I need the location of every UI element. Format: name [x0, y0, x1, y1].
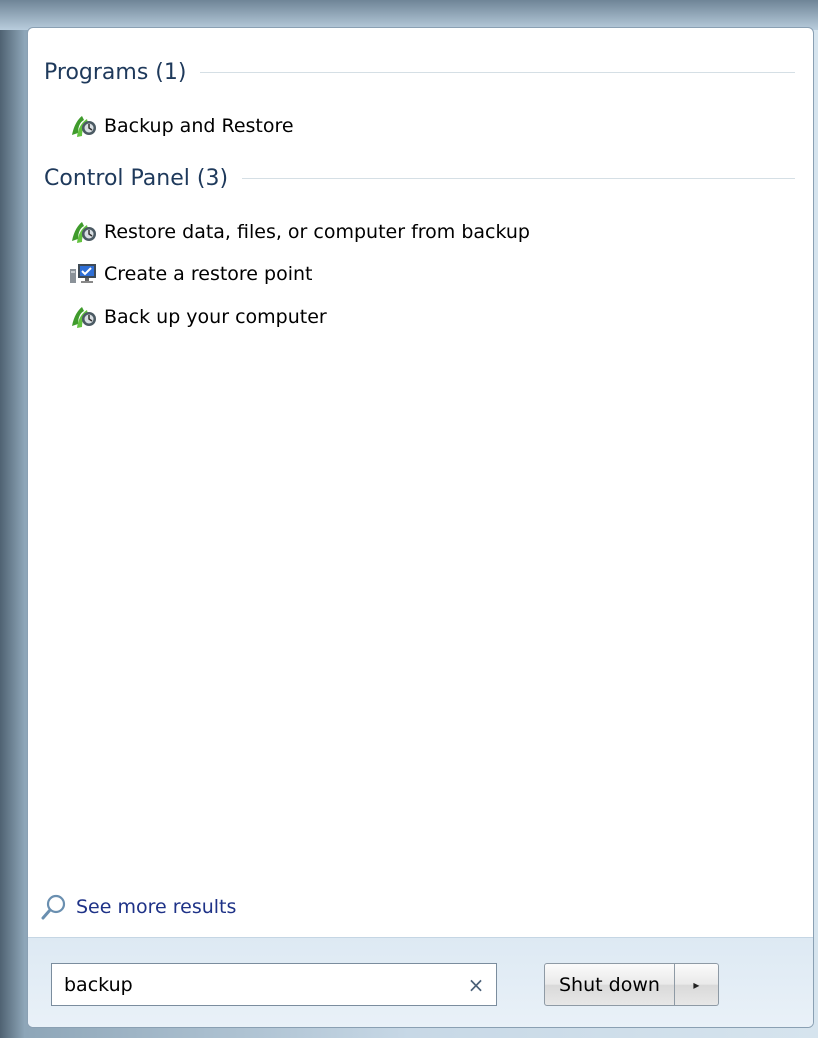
control-panel-group-header: Control Panel (3): [44, 166, 795, 191]
programs-group-header: Programs (1): [44, 60, 795, 85]
result-label: Backup and Restore: [104, 115, 294, 137]
search-results: Programs (1) Backup and Restore Control …: [28, 28, 813, 938]
result-back-up-computer[interactable]: Back up your computer: [68, 300, 327, 334]
power-options-button[interactable]: ▸: [674, 963, 719, 1006]
result-restore-data[interactable]: Restore data, files, or computer from ba…: [68, 215, 530, 249]
programs-group-title: Programs (1): [44, 60, 187, 85]
group-divider: [242, 178, 795, 179]
shut-down-label: Shut down: [559, 973, 660, 996]
start-menu-panel: Programs (1) Backup and Restore Control …: [27, 27, 814, 1028]
search-input[interactable]: [52, 973, 456, 996]
backup-restore-icon: [72, 116, 96, 137]
result-label: Create a restore point: [104, 263, 313, 285]
result-label: Back up your computer: [104, 306, 327, 328]
shut-down-button[interactable]: Shut down: [544, 963, 675, 1006]
control-panel-group-title: Control Panel (3): [44, 166, 229, 191]
search-icon: [41, 894, 66, 920]
clear-search-button[interactable]: ×: [456, 973, 496, 997]
backup-restore-icon: [72, 307, 96, 328]
system-protection-icon: [70, 264, 96, 283]
see-more-results-link[interactable]: See more results: [40, 893, 236, 921]
result-backup-and-restore[interactable]: Backup and Restore: [68, 109, 294, 143]
search-box: ×: [51, 963, 497, 1006]
power-button-group: Shut down ▸: [544, 963, 719, 1006]
chevron-right-icon: ▸: [693, 977, 700, 992]
start-menu-glass-top: [0, 0, 818, 30]
start-menu-bottom-bar: × Shut down ▸: [28, 937, 813, 1027]
result-label: Restore data, files, or computer from ba…: [104, 221, 530, 243]
group-divider: [200, 72, 795, 73]
result-create-restore-point[interactable]: Create a restore point: [68, 257, 313, 291]
backup-restore-icon: [72, 222, 96, 243]
see-more-results-label: See more results: [76, 896, 237, 918]
